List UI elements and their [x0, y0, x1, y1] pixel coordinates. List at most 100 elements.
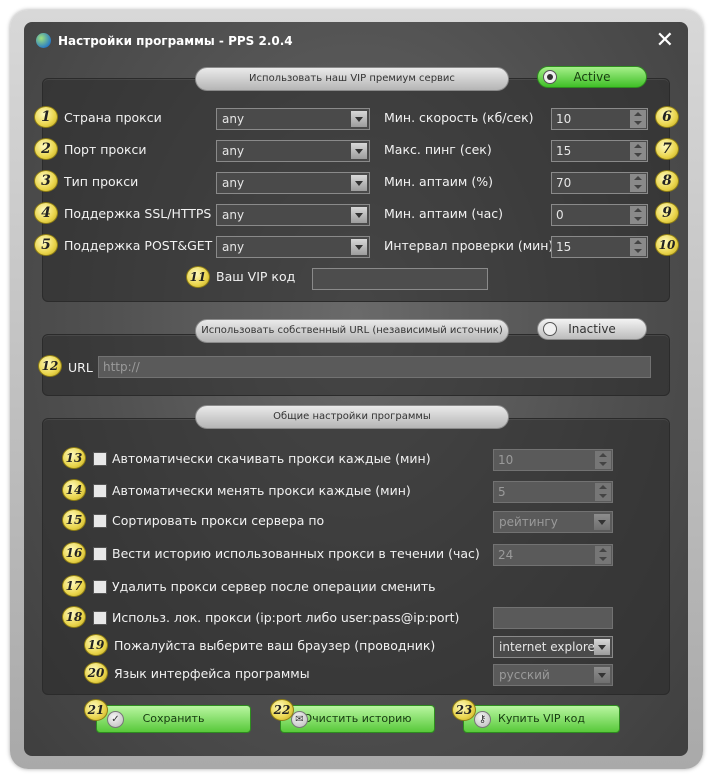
delete-proxy-checkbox[interactable]: [93, 580, 107, 594]
url-toggle-label: Inactive: [568, 322, 616, 336]
spin-arrows-icon[interactable]: [630, 206, 646, 224]
badge-13: 13: [62, 447, 86, 469]
browser-value: internet explorer: [499, 640, 600, 654]
envelope-icon: ✉: [291, 711, 308, 728]
radio-off-icon: [543, 322, 557, 336]
auto-download-checkbox[interactable]: [93, 452, 107, 466]
spin-arrows-icon[interactable]: [595, 451, 611, 469]
postget-support-value: any: [222, 240, 245, 254]
min-uptime-hours-label: Мин. аптаим (час): [384, 206, 504, 221]
vip-toggle-label: Active: [573, 70, 611, 84]
auto-switch-checkbox[interactable]: [93, 484, 107, 498]
proxy-country-label: Страна прокси: [64, 110, 162, 125]
sort-proxies-value: рейтингу: [499, 515, 558, 529]
badge-17: 17: [62, 575, 86, 597]
spin-arrows-icon[interactable]: [630, 238, 646, 256]
auto-switch-value: 5: [498, 485, 506, 499]
auto-download-value: 10: [498, 453, 514, 467]
local-proxy-checkbox[interactable]: [93, 611, 107, 625]
chevron-down-icon[interactable]: [351, 207, 367, 223]
app-globe-icon: [36, 33, 51, 48]
sort-proxies-label: Сортировать прокси сервера по: [112, 513, 325, 528]
min-uptime-pct-label: Мин. аптаим (%): [384, 174, 493, 189]
badge-20: 20: [84, 662, 108, 684]
min-uptime-pct-spinner[interactable]: 70: [551, 172, 648, 194]
local-proxy-input[interactable]: [493, 607, 613, 629]
language-select[interactable]: русский: [493, 664, 613, 686]
keep-history-checkbox[interactable]: [93, 547, 107, 561]
url-section-header: Использовать собственный URL (независимы…: [195, 319, 509, 343]
chevron-down-icon[interactable]: [351, 143, 367, 159]
sort-proxies-select[interactable]: рейтингу: [493, 511, 613, 533]
badge-15: 15: [62, 509, 86, 531]
badge-9: 9: [655, 202, 679, 224]
keep-history-label: Вести историю использованных прокси в те…: [112, 546, 480, 561]
keep-history-value: 24: [498, 548, 514, 562]
ssl-support-label: Поддержка SSL/HTTPS: [64, 206, 212, 221]
browser-select[interactable]: internet explorer: [493, 636, 613, 658]
chevron-down-icon[interactable]: [351, 175, 367, 191]
badge-18: 18: [62, 606, 86, 628]
vip-code-input[interactable]: [312, 268, 488, 290]
min-speed-value: 10: [556, 112, 572, 126]
spin-arrows-icon[interactable]: [630, 110, 646, 128]
window-title: Настройки программы - PPS 2.0.4: [58, 34, 293, 48]
badge-5: 5: [34, 234, 58, 256]
proxy-port-select[interactable]: any: [216, 140, 370, 162]
badge-8: 8: [655, 170, 679, 192]
min-uptime-pct-value: 70: [556, 176, 572, 190]
clear-history-button-label: Очистить историю: [303, 712, 412, 725]
postget-support-select[interactable]: any: [216, 236, 370, 258]
badge-10: 10: [655, 234, 679, 256]
buy-vip-button[interactable]: ⚷ Купить VIP код: [463, 705, 620, 733]
max-ping-spinner[interactable]: 15: [551, 140, 648, 162]
check-interval-spinner[interactable]: 15: [551, 236, 648, 258]
chevron-down-icon[interactable]: [351, 111, 367, 127]
auto-download-label: Автоматически скачивать прокси каждые (м…: [112, 451, 431, 466]
badge-4: 4: [34, 202, 58, 224]
min-speed-spinner[interactable]: 10: [551, 108, 648, 130]
badge-19: 19: [84, 634, 108, 656]
spin-arrows-icon[interactable]: [595, 546, 611, 564]
badge-23: 23: [452, 699, 476, 721]
key-icon: ⚷: [474, 711, 491, 728]
title-bar: Настройки программы - PPS 2.0.4 ✕: [30, 28, 680, 54]
ssl-support-select[interactable]: any: [216, 204, 370, 226]
keep-history-spinner[interactable]: 24: [493, 544, 613, 566]
vip-active-toggle[interactable]: Active: [537, 66, 647, 88]
min-speed-label: Мин. скорость (кб/сек): [384, 110, 534, 125]
proxy-type-select[interactable]: any: [216, 172, 370, 194]
general-section-header: Общие настройки программы: [195, 405, 509, 429]
sort-proxies-checkbox[interactable]: [93, 514, 107, 528]
save-button[interactable]: ✓ Сохранить: [96, 705, 251, 733]
url-input[interactable]: http://: [98, 356, 651, 378]
min-uptime-hours-value: 0: [556, 208, 564, 222]
chevron-down-icon[interactable]: [594, 667, 610, 683]
check-interval-label: Интервал проверки (мин): [384, 238, 554, 253]
auto-switch-spinner[interactable]: 5: [493, 481, 613, 503]
chevron-down-icon[interactable]: [351, 239, 367, 255]
min-uptime-hours-spinner[interactable]: 0: [551, 204, 648, 226]
badge-12: 12: [38, 355, 62, 377]
clear-history-button[interactable]: ✉ Очистить историю: [280, 705, 435, 733]
spin-arrows-icon[interactable]: [630, 142, 646, 160]
delete-proxy-label: Удалить прокси сервер после операции сме…: [112, 579, 436, 594]
spin-arrows-icon[interactable]: [595, 483, 611, 501]
max-ping-value: 15: [556, 144, 572, 158]
chevron-down-icon[interactable]: [594, 514, 610, 530]
proxy-country-select[interactable]: any: [216, 108, 370, 130]
proxy-country-value: any: [222, 112, 245, 126]
proxy-type-label: Тип прокси: [64, 174, 139, 189]
url-inactive-toggle[interactable]: Inactive: [537, 318, 647, 340]
check-interval-value: 15: [556, 240, 572, 254]
max-ping-label: Макс. пинг (сек): [384, 142, 492, 157]
spin-arrows-icon[interactable]: [630, 174, 646, 192]
auto-download-spinner[interactable]: 10: [493, 449, 613, 471]
chevron-down-icon[interactable]: [594, 639, 610, 655]
language-label: Язык интерфейса программы: [114, 666, 310, 681]
badge-14: 14: [62, 479, 86, 501]
url-label: URL: [68, 360, 93, 375]
close-icon[interactable]: ✕: [656, 28, 674, 53]
vip-section-header: Использовать наш VIP премиум сервис: [195, 67, 509, 91]
badge-2: 2: [34, 138, 58, 160]
